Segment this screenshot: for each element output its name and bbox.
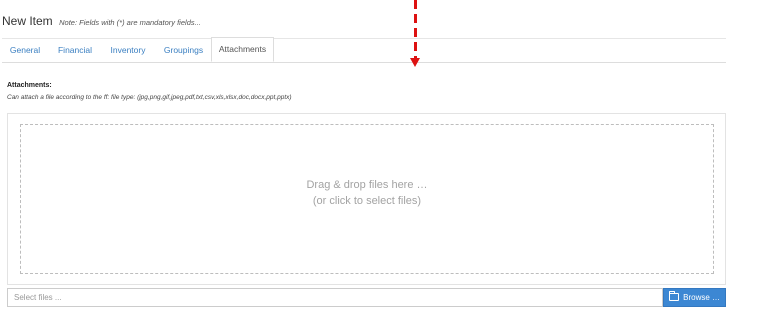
dropzone-subcaption: (or click to select files) bbox=[312, 195, 422, 207]
tab-attachments[interactable]: Attachments bbox=[211, 37, 274, 62]
tab-groupings[interactable]: Groupings bbox=[156, 38, 211, 62]
selected-files-input[interactable] bbox=[7, 288, 663, 307]
mandatory-fields-note: Note: Fields with (*) are mandatory fiel… bbox=[59, 18, 201, 27]
attachments-label: Attachments: bbox=[7, 82, 52, 89]
page-title: New Item bbox=[2, 14, 53, 28]
dropzone[interactable]: Drag & drop files here … (or click to se… bbox=[20, 124, 714, 274]
dropzone-container: Drag & drop files here … (or click to se… bbox=[7, 113, 726, 285]
folder-open-icon bbox=[668, 290, 679, 301]
browse-button[interactable]: Browse … bbox=[663, 288, 726, 307]
browse-button-label: Browse … bbox=[683, 293, 721, 302]
tab-general[interactable]: General bbox=[2, 38, 48, 62]
tab-bar: General Financial Inventory Groupings At… bbox=[2, 36, 726, 63]
annotation-arrow-shaft bbox=[414, 0, 417, 58]
tab-inventory[interactable]: Inventory bbox=[102, 38, 154, 62]
file-type-hint: Can attach a file according to the ff: f… bbox=[7, 94, 292, 101]
page-header: New Item Note: Fields with (*) are manda… bbox=[2, 12, 726, 39]
annotation-arrow-head-icon bbox=[410, 58, 420, 67]
tab-financial[interactable]: Financial bbox=[50, 38, 100, 62]
dropzone-caption: Drag & drop files here … bbox=[306, 179, 428, 191]
